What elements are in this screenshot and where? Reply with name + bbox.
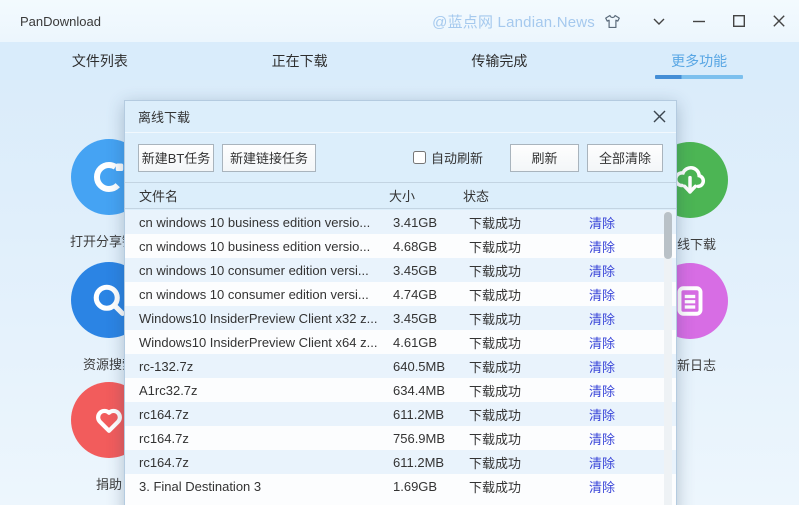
file-size: 634.4MB [393,383,445,398]
file-name: rc-132.7z [139,359,387,374]
auto-refresh-label: 自动刷新 [431,148,483,167]
file-name: A1rc32.7z [139,383,387,398]
new-bt-task-button[interactable]: 新建BT任务 [138,144,214,172]
download-status: 下载成功 [469,261,521,280]
file-name: Windows10 InsiderPreview Client x64 z... [139,335,387,350]
download-status: 下载成功 [469,237,521,256]
file-name: cn windows 10 consumer edition versi... [139,287,387,302]
table-row: cn windows 10 business edition versio...… [125,234,676,258]
close-button[interactable] [759,6,799,36]
maximize-button[interactable] [719,6,759,36]
minimize-button[interactable] [679,6,719,36]
table-row: rc164.7z 611.2MB 下载成功 清除 [125,450,676,474]
file-size: 3.45GB [393,263,437,278]
column-size: 大小 [389,186,415,205]
refresh-button[interactable]: 刷新 [510,144,579,172]
download-status: 下载成功 [469,429,521,448]
file-name: rc164.7z [139,407,387,422]
file-size: 3.45GB [393,311,437,326]
tab-transfer-complete[interactable]: 传输完成 [400,42,600,80]
new-link-task-button[interactable]: 新建链接任务 [222,144,316,172]
download-status: 下载成功 [469,357,521,376]
table-row: Windows10 InsiderPreview Client x64 z...… [125,330,676,354]
file-name: 3. Final Destination 3 [139,479,387,494]
table-header: 文件名 大小 状态 [125,182,676,209]
watermark-text: @蓝点网 Landian.News [432,11,595,32]
file-size: 4.74GB [393,287,437,302]
clear-link[interactable]: 清除 [589,261,615,280]
dialog-toolbar: 新建BT任务 新建链接任务 自动刷新 刷新 全部清除 [125,133,676,182]
active-tab-underline [655,75,743,79]
file-size: 640.5MB [393,359,445,374]
clear-link[interactable]: 清除 [589,429,615,448]
download-status: 下载成功 [469,285,521,304]
table-row: rc-132.7z 640.5MB 下载成功 清除 [125,354,676,378]
dialog-close-icon[interactable] [642,103,676,131]
chevron-down-icon[interactable] [639,6,679,36]
app-title: PanDownload [20,14,101,29]
download-status: 下载成功 [469,309,521,328]
clear-link[interactable]: 清除 [589,405,615,424]
download-status: 下载成功 [469,333,521,352]
download-status: 下载成功 [469,453,521,472]
file-size: 1.69GB [393,479,437,494]
download-list: cn windows 10 business edition versio...… [125,210,676,505]
tab-more-features[interactable]: 更多功能 [599,42,799,80]
clear-link[interactable]: 清除 [589,477,615,496]
clear-link[interactable]: 清除 [589,333,615,352]
title-bar: PanDownload @蓝点网 Landian.News [0,0,799,42]
file-name: Windows10 InsiderPreview Client x32 z... [139,311,387,326]
clear-link[interactable]: 清除 [589,213,615,232]
table-row: rc164.7z 611.2MB 下载成功 清除 [125,402,676,426]
clear-link[interactable]: 清除 [589,357,615,376]
file-name: cn windows 10 business edition versio... [139,215,387,230]
file-size: 4.61GB [393,335,437,350]
file-name: cn windows 10 business edition versio... [139,239,387,254]
table-row: A1rc32.7z 634.4MB 下载成功 清除 [125,378,676,402]
tab-bar: 文件列表 正在下载 传输完成 更多功能 [0,42,799,80]
file-size: 3.41GB [393,215,437,230]
offline-download-dialog: 离线下载 新建BT任务 新建链接任务 自动刷新 刷新 全部清除 文件名 大小 状… [124,100,677,505]
tab-downloading[interactable]: 正在下载 [200,42,400,80]
table-row: cn windows 10 business edition versio...… [125,210,676,234]
table-row: 3. Final Destination 3 1.69GB 下载成功 清除 [125,474,676,498]
file-name: rc164.7z [139,431,387,446]
file-size: 611.2MB [393,407,444,422]
skin-shirt-icon[interactable] [599,8,625,34]
clear-link[interactable]: 清除 [589,285,615,304]
tab-file-list[interactable]: 文件列表 [0,42,200,80]
clear-link[interactable]: 清除 [589,381,615,400]
clear-link[interactable]: 清除 [589,237,615,256]
file-size: 4.68GB [393,239,437,254]
download-status: 下载成功 [469,213,521,232]
column-file-name: 文件名 [139,186,178,205]
download-status: 下载成功 [469,477,521,496]
download-status: 下载成功 [469,381,521,400]
table-row: rc164.7z 756.9MB 下载成功 清除 [125,426,676,450]
file-size: 756.9MB [393,431,445,446]
dialog-header: 离线下载 [125,101,676,133]
download-status: 下载成功 [469,405,521,424]
file-name: rc164.7z [139,455,387,470]
scrollbar-track[interactable] [664,211,672,505]
column-status: 状态 [463,186,489,205]
dialog-title: 离线下载 [138,107,190,126]
auto-refresh-checkbox[interactable] [413,151,426,164]
table-row: cn windows 10 consumer edition versi... … [125,282,676,306]
clear-link[interactable]: 清除 [589,309,615,328]
file-size: 611.2MB [393,455,444,470]
file-name: cn windows 10 consumer edition versi... [139,263,387,278]
scrollbar-thumb[interactable] [664,212,672,259]
clear-all-button[interactable]: 全部清除 [587,144,663,172]
clear-link[interactable]: 清除 [589,453,615,472]
table-row: Windows10 InsiderPreview Client x32 z...… [125,306,676,330]
pandownload-window: PanDownload @蓝点网 Landian.News 文件列表 正在下载 [0,0,799,505]
table-row: cn windows 10 consumer edition versi... … [125,258,676,282]
